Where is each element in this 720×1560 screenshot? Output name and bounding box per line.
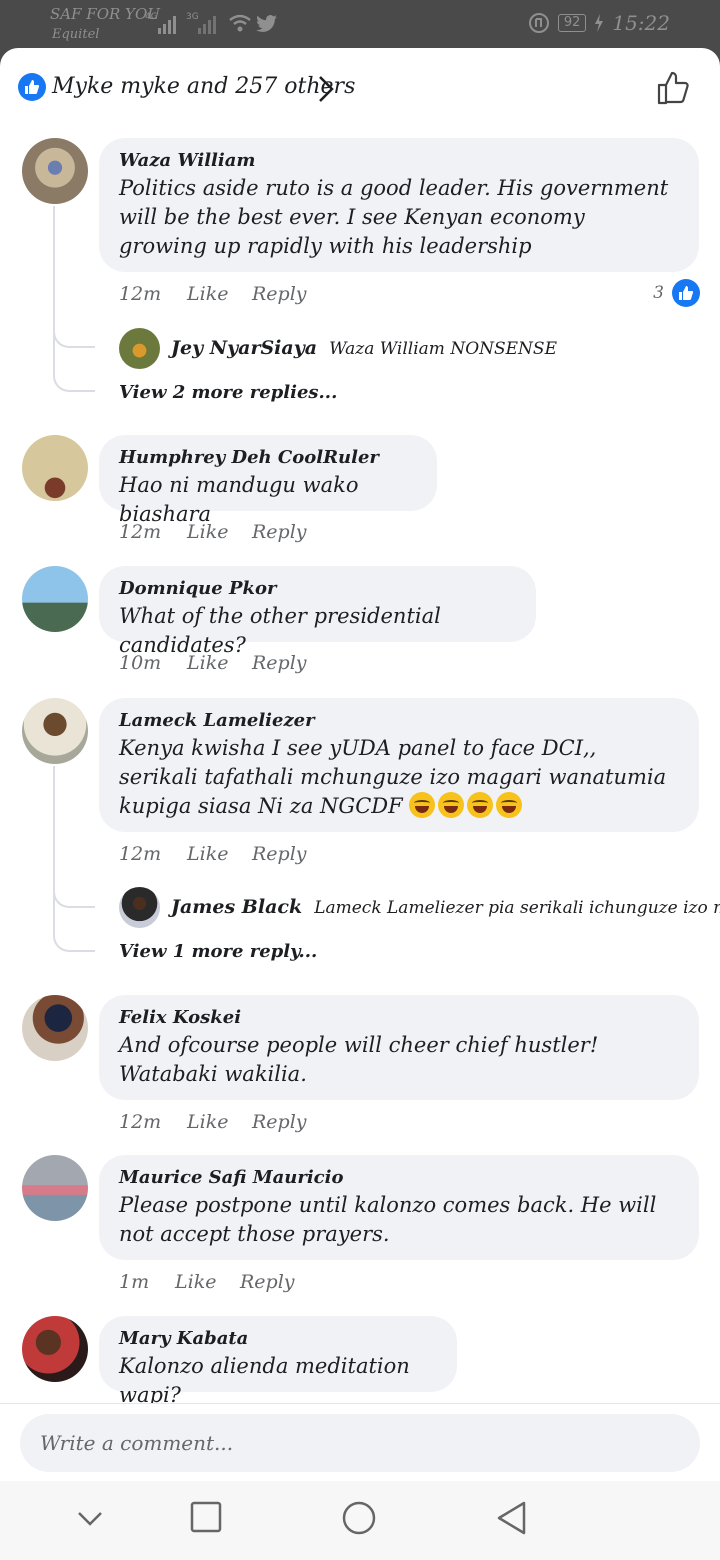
reply-author[interactable]: Jey NyarSiaya	[171, 337, 317, 359]
comment-bubble[interactable]: Felix Koskei And ofcourse people will ch…	[99, 995, 699, 1100]
reaction-count[interactable]: 3	[653, 279, 700, 307]
comment-bubble[interactable]: Mary Kabata Kalonzo alienda meditation w…	[99, 1316, 457, 1407]
like-thumb-icon	[18, 73, 46, 101]
battery-level: 92	[557, 14, 587, 32]
avatar[interactable]	[119, 887, 160, 928]
charging-icon	[595, 14, 604, 32]
reply-preview[interactable]: James Black Lameck Lameliezer pia serika…	[171, 896, 720, 918]
reply-preview[interactable]: Jey NyarSiaya Waza William NONSENSE	[171, 337, 557, 359]
comment-time: 12m	[119, 843, 162, 865]
like-button[interactable]: Like	[187, 1111, 252, 1133]
recents-square-icon[interactable]	[188, 1499, 224, 1535]
carrier-sub: Equitel	[52, 27, 100, 42]
home-circle-icon[interactable]	[340, 1499, 378, 1537]
data-saver-icon	[528, 13, 549, 33]
comment-author[interactable]: Domnique Pkor	[119, 578, 516, 600]
system-nav-bar	[0, 1481, 720, 1560]
comment-actions: 12m Like Reply	[119, 521, 307, 543]
comment-text: Politics aside ruto is a good leader. Hi…	[119, 176, 669, 258]
reply-button[interactable]: Reply	[252, 652, 307, 674]
clock: 15:22	[612, 11, 670, 35]
comment-actions: 1m Like Reply	[119, 1271, 295, 1293]
comment-author[interactable]: Felix Koskei	[119, 1007, 679, 1029]
reactions-summary-text[interactable]: Myke myke and 257 others	[52, 74, 355, 99]
comment-time: 1m	[119, 1271, 150, 1293]
laughing-crying-emoji-icon	[467, 792, 494, 818]
twitter-icon	[256, 15, 277, 32]
back-triangle-icon[interactable]	[494, 1499, 530, 1537]
like-button[interactable]: Like	[187, 283, 252, 305]
comment-author[interactable]: Waza William	[119, 150, 679, 172]
reply-text: Waza William NONSENSE	[329, 339, 557, 359]
avatar[interactable]	[22, 1155, 88, 1221]
carrier-name: SAF FOR YOU	[50, 5, 160, 23]
avatar[interactable]	[22, 1316, 88, 1382]
avatar[interactable]	[22, 698, 88, 764]
comment-text: Kenya kwisha I see yUDA panel to face DC…	[119, 734, 679, 821]
comment-actions: 12m Like Reply	[119, 283, 307, 305]
thumbs-up-outline-icon[interactable]	[656, 70, 692, 106]
comment-author[interactable]: Maurice Safi Mauricio	[119, 1167, 679, 1189]
comment-author[interactable]: Mary Kabata	[119, 1328, 437, 1350]
comment-author[interactable]: Humphrey Deh CoolRuler	[119, 447, 417, 469]
laughing-crying-emoji-icon	[438, 792, 465, 818]
comment-bubble[interactable]: Domnique Pkor What of the other presiden…	[99, 566, 536, 657]
avatar[interactable]	[119, 328, 160, 369]
wifi-icon	[229, 14, 251, 32]
comment-bubble[interactable]: Lameck Lameliezer Kenya kwisha I see yUD…	[99, 698, 699, 832]
comment-author[interactable]: Lameck Lameliezer	[119, 710, 679, 732]
emoji-group	[409, 792, 525, 818]
comments-sheet: Myke myke and 257 others Waza William Po…	[0, 48, 720, 1560]
reply-text: Lameck Lameliezer pia serikali ichunguze…	[314, 898, 720, 918]
like-button[interactable]: Like	[187, 843, 252, 865]
avatar[interactable]	[22, 995, 88, 1061]
comment-actions: 12m Like Reply	[119, 843, 307, 865]
comment-time: 12m	[119, 521, 162, 543]
reaction-count-text: 3	[653, 283, 664, 303]
like-button[interactable]: Like	[175, 1271, 240, 1293]
view-more-replies-link[interactable]: View 2 more replies...	[119, 382, 337, 403]
comment-text: Please postpone until kalonzo comes back…	[119, 1193, 657, 1246]
avatar[interactable]	[22, 138, 88, 204]
reply-button[interactable]: Reply	[252, 1111, 307, 1133]
network-type-1: 4G	[145, 12, 158, 22]
avatar[interactable]	[22, 435, 88, 501]
avatar[interactable]	[22, 566, 88, 632]
status-bar: SAF FOR YOU Equitel 4G 3G 92 15:22	[0, 0, 720, 48]
laughing-crying-emoji-icon	[409, 792, 436, 818]
reply-button[interactable]: Reply	[252, 283, 307, 305]
comment-input[interactable]: Write a comment...	[20, 1414, 700, 1472]
chevron-right-icon[interactable]	[316, 74, 336, 104]
reply-button[interactable]: Reply	[252, 843, 307, 865]
comment-actions: 10m Like Reply	[119, 652, 307, 674]
reply-button[interactable]: Reply	[240, 1271, 295, 1293]
status-right: 92 15:22	[528, 11, 670, 35]
comment-bubble[interactable]: Humphrey Deh CoolRuler Hao ni mandugu wa…	[99, 435, 437, 526]
view-more-replies-link[interactable]: View 1 more reply...	[119, 941, 317, 962]
laughing-crying-emoji-icon	[496, 792, 523, 818]
comment-time: 12m	[119, 1111, 162, 1133]
comment-composer: Write a comment...	[0, 1403, 720, 1482]
comment-time: 10m	[119, 652, 162, 674]
like-button[interactable]: Like	[187, 652, 252, 674]
comment-bubble[interactable]: Maurice Safi Mauricio Please postpone un…	[99, 1155, 699, 1260]
thread-line	[53, 206, 95, 348]
thread-line	[53, 766, 95, 908]
like-button[interactable]: Like	[187, 521, 252, 543]
comment-time: 12m	[119, 283, 162, 305]
reactions-summary-bar[interactable]: Myke myke and 257 others	[0, 48, 720, 130]
comment-text-content: Kenya kwisha I see yUDA panel to face DC…	[119, 736, 667, 818]
like-thumb-icon	[672, 279, 700, 307]
comment-actions: 12m Like Reply	[119, 1111, 307, 1133]
comment-text: Kalonzo alienda meditation wapi?	[119, 1354, 410, 1407]
comment-text: And ofcourse people will cheer chief hus…	[119, 1033, 599, 1086]
chevron-down-icon[interactable]	[74, 1507, 106, 1531]
comment-bubble[interactable]: Waza William Politics aside ruto is a go…	[99, 138, 699, 272]
reply-button[interactable]: Reply	[252, 521, 307, 543]
reply-author[interactable]: James Black	[171, 896, 302, 918]
network-type-2: 3G	[186, 12, 199, 22]
